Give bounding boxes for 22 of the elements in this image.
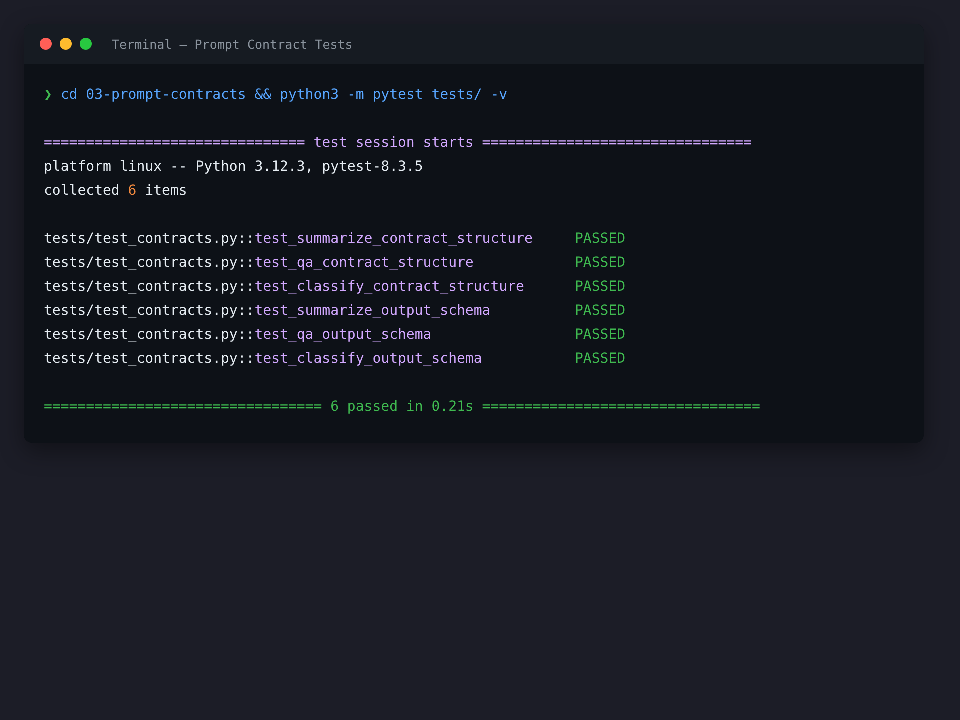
test-id: tests/test_contracts.py::test_classify_output_schema xyxy=(44,350,484,369)
prompt-symbol: ❯ xyxy=(44,87,52,103)
test-status: PASSED xyxy=(575,350,627,369)
test-summary: ================================= 6 passed in 0.21s ================================= xyxy=(44,398,762,417)
maximize-icon[interactable] xyxy=(80,38,92,50)
test-id: tests/test_contracts.py::test_qa_output_schema xyxy=(44,326,433,345)
command-text: cd 03-prompt-contracts && python3 -m pytest tests/ -v xyxy=(60,87,508,103)
test-status: PASSED xyxy=(575,230,627,249)
test-id: tests/test_contracts.py::test_qa_contract_structure xyxy=(44,254,475,273)
close-icon[interactable] xyxy=(40,38,52,50)
test-id: tests/test_contracts.py::test_classify_contract_structure xyxy=(44,278,526,297)
test-status: PASSED xyxy=(575,254,627,273)
test-id: tests/test_contracts.py::test_summarize_output_schema xyxy=(44,302,492,321)
window-title: Terminal — Prompt Contract Tests xyxy=(112,36,353,52)
test-status: PASSED xyxy=(575,326,627,345)
minimize-icon[interactable] xyxy=(60,38,72,50)
test-id: tests/test_contracts.py::test_summarize_contract_structure xyxy=(44,230,534,249)
platform-info: platform linux -- Python 3.12.3, pytest-8.3.5 xyxy=(44,158,424,177)
test-status: PASSED xyxy=(575,302,627,321)
collected-info: collected 6 items xyxy=(44,182,188,201)
test-status: PASSED xyxy=(575,278,627,297)
session-header: =============================== test session starts ================================ xyxy=(44,134,754,153)
